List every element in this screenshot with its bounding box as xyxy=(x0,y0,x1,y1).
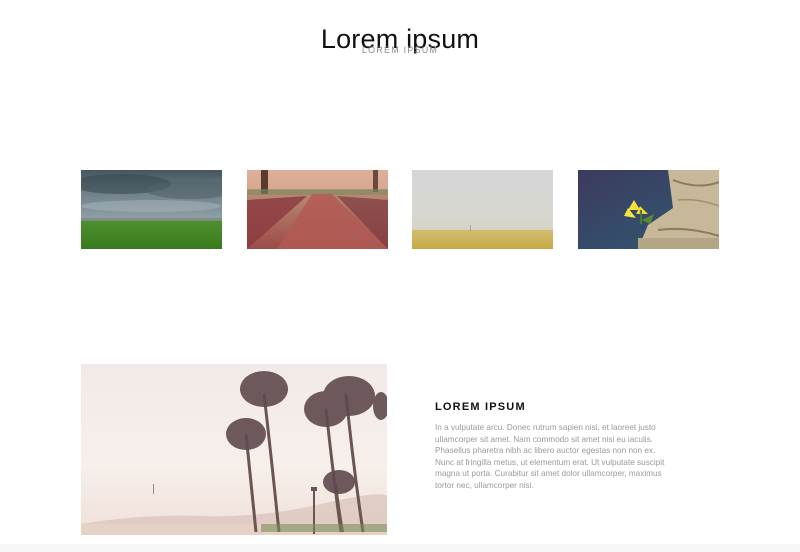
gallery-thumb-fog[interactable] xyxy=(412,170,553,249)
feature-body: In a vulputate arcu. Donec rutrum sapien… xyxy=(435,423,665,490)
page: Lorem ipsum LOREM IPSUM LOREM IPSUM In a… xyxy=(0,0,800,552)
yellow-flower-icon xyxy=(578,170,719,249)
gallery-thumb-storm[interactable] xyxy=(81,170,222,249)
foggy-field-icon xyxy=(412,170,553,249)
palm-trees-icon xyxy=(81,364,387,535)
footer-divider xyxy=(0,544,800,552)
gallery-thumb-autumn[interactable] xyxy=(247,170,388,249)
feature-image xyxy=(81,364,387,535)
stormy-field-icon xyxy=(81,170,222,249)
autumn-path-icon xyxy=(247,170,388,249)
feature-heading: LOREM IPSUM xyxy=(435,401,526,413)
page-subtitle: LOREM IPSUM xyxy=(361,45,439,55)
gallery-thumb-flower[interactable] xyxy=(578,170,719,249)
